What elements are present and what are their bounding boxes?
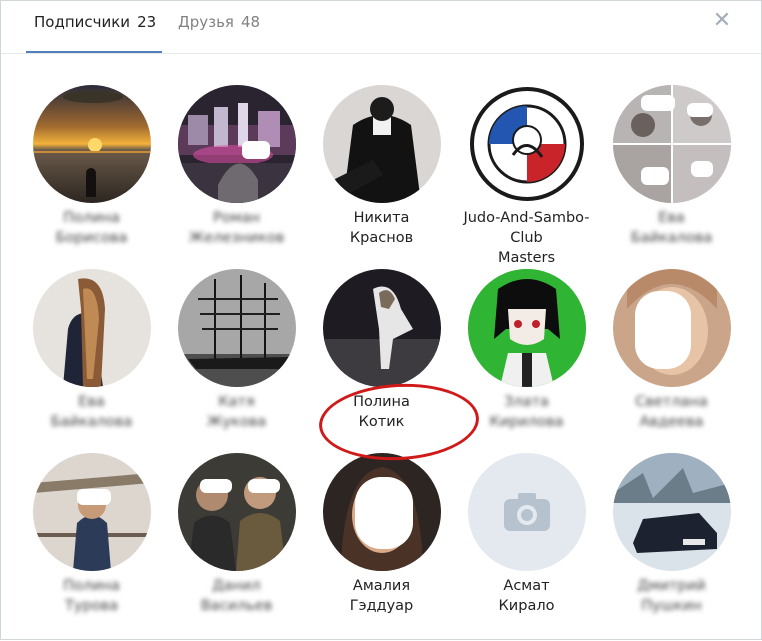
user-name[interactable]: Полина Котик	[309, 392, 454, 432]
user-name[interactable]: Данил Васильев	[164, 576, 309, 616]
user-name[interactable]: Ева Байкалова	[599, 208, 744, 248]
user-name[interactable]: Никита Краснов	[309, 208, 454, 248]
avatar[interactable]	[323, 269, 441, 387]
anime-avatar	[468, 269, 586, 387]
avatar[interactable]	[323, 85, 441, 203]
user-name[interactable]: Полина Борисова	[19, 208, 164, 248]
girl-balcony-photo	[33, 453, 151, 571]
night-dance-photo	[323, 269, 441, 387]
user-name[interactable]: Дмитрий Пушкин	[599, 576, 744, 616]
avatar[interactable]	[468, 453, 586, 571]
avatar[interactable]	[468, 85, 586, 203]
avatar[interactable]	[613, 453, 731, 571]
avatar[interactable]	[178, 85, 296, 203]
avatar[interactable]	[178, 269, 296, 387]
avatar[interactable]	[33, 453, 151, 571]
girl-hair-photo	[33, 269, 151, 387]
censor-patch	[691, 161, 713, 177]
avatar[interactable]	[33, 269, 151, 387]
sailing-ship-photo	[178, 269, 296, 387]
sunset-photo	[33, 85, 151, 203]
censor-patch	[242, 141, 270, 159]
person-black-photo	[323, 85, 441, 203]
censor-patch	[248, 479, 280, 493]
censor-patch	[77, 489, 111, 505]
user-name[interactable]: Амалия Гэддуар	[309, 576, 454, 616]
user-name[interactable]: Полина Турова	[19, 576, 164, 616]
censor-patch	[641, 95, 675, 111]
camera-icon	[468, 453, 586, 571]
user-name[interactable]: Злата Кирилова	[454, 392, 599, 432]
censor-patch	[635, 291, 691, 369]
censor-patch	[641, 167, 669, 185]
subscribers-grid: Полина Борисова Роман Железников Никита …	[1, 1, 762, 641]
night-city-photo	[178, 85, 296, 203]
avatar[interactable]	[178, 453, 296, 571]
car-snow-photo	[613, 453, 731, 571]
club-logo	[468, 85, 586, 203]
user-name[interactable]: Светлана Авдеева	[599, 392, 744, 432]
avatar[interactable]	[468, 269, 586, 387]
user-name[interactable]: Роман Железников	[164, 208, 309, 248]
user-name[interactable]: Катя Жукова	[164, 392, 309, 432]
user-name[interactable]: Judo-And-Sambo- Club Masters	[454, 208, 599, 268]
censor-patch	[200, 479, 232, 493]
censor-patch	[687, 103, 713, 117]
avatar[interactable]	[33, 85, 151, 203]
two-people-photo	[178, 453, 296, 571]
censor-patch	[355, 477, 413, 549]
user-name[interactable]: Асмат Кирало	[454, 576, 599, 616]
user-name[interactable]: Ева Байкалова	[19, 392, 164, 432]
subscribers-dialog: Подписчики 23 Друзья 48 ✕ Полина Борисов…	[0, 0, 762, 640]
